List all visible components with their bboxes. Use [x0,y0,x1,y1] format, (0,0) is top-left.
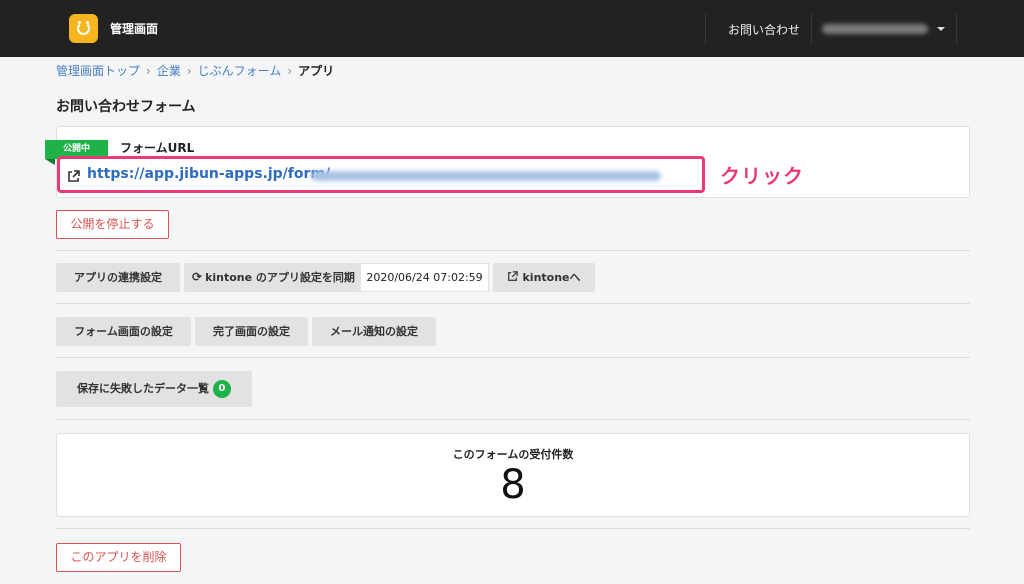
page-title: お問い合わせフォーム [56,99,196,115]
stop-publish-button[interactable]: 公開を停止する [56,210,169,239]
external-link-icon [508,271,519,281]
complete-screen-settings-button[interactable]: 完了画面の設定 [195,317,308,346]
form-screen-settings-button[interactable]: フォーム画面の設定 [56,317,191,346]
failed-data-list-button[interactable]: 保存に失敗したデータ一覧 0 [56,371,252,407]
sync-kintone-button[interactable]: ⟳ kintone のアプリ設定を同期 [184,263,360,292]
divider [56,528,970,529]
sync-kintone-label: kintone のアプリ設定を同期 [205,271,355,284]
app-link-settings-button[interactable]: アプリの連携設定 [56,263,180,292]
breadcrumb-separator-icon: › [186,64,192,78]
received-count-label: このフォームの受付件数 [452,448,574,461]
user-account-redacted[interactable] [822,24,928,34]
received-count-card: このフォームの受付件数 8 [56,433,970,517]
failed-data-list-label: 保存に失敗したデータ一覧 [77,382,209,395]
divider [56,303,970,304]
failed-count-badge: 0 [213,380,231,398]
app-logo[interactable] [69,14,98,43]
breadcrumb: 管理画面トップ › 企業 › じぶんフォーム › アプリ [56,62,334,79]
breadcrumb-separator-icon: › [287,64,293,78]
nav-divider [811,14,812,44]
breadcrumb-current: アプリ [298,64,335,78]
breadcrumb-item-admin-top[interactable]: 管理画面トップ [56,64,140,78]
to-kintone-label: kintoneへ [522,271,581,284]
form-url-label: フォームURL [120,141,195,155]
divider [56,250,970,251]
to-kintone-button[interactable]: kintoneへ [493,263,595,292]
mail-notification-settings-button[interactable]: メール通知の設定 [312,317,436,346]
divider [56,357,970,358]
breadcrumb-item-jibun-form[interactable]: じぶんフォーム [198,64,282,78]
divider [56,419,970,420]
nav-divider [705,14,706,44]
breadcrumb-item-company[interactable]: 企業 [157,64,181,78]
click-annotation: クリック [720,164,804,188]
last-synced-time: 2020/06/24 07:02:59 [360,263,489,292]
chevron-down-icon[interactable] [937,27,945,31]
url-highlight-annotation [57,156,705,193]
logo-smile [77,22,90,35]
breadcrumb-separator-icon: › [146,64,151,78]
delete-app-button[interactable]: このアプリを削除 [56,543,181,572]
refresh-icon: ⟳ [192,270,203,284]
received-count-value: 8 [500,462,526,508]
nav-divider [956,14,957,44]
contact-link[interactable]: お問い合わせ [728,21,800,38]
brand-title[interactable]: 管理画面 [110,20,158,37]
status-badge-fold [45,159,55,165]
